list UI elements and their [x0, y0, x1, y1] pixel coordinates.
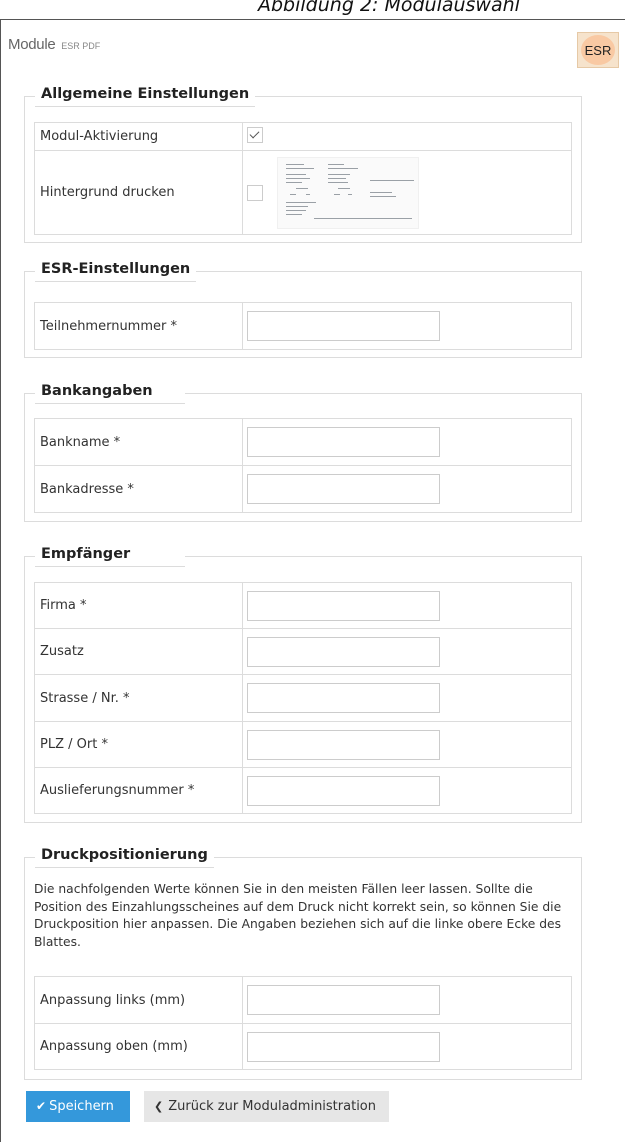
- section-esr-settings: ESR-Einstellungen Teilnehmernummer *: [24, 259, 582, 358]
- table-row: Zusatz: [34, 628, 572, 675]
- zip-city-input[interactable]: [247, 729, 440, 760]
- zip-city-label: PLZ / Ort *: [34, 721, 243, 768]
- addition-input[interactable]: [247, 636, 440, 667]
- back-to-module-admin-button[interactable]: ❮ Zurück zur Moduladministration: [144, 1091, 389, 1122]
- print-background-label: Hintergrund drucken: [34, 150, 243, 235]
- section-title-bank: Bankangaben: [35, 381, 185, 404]
- table-row: Auslieferungsnummer *: [34, 767, 572, 814]
- bank-details-table: Bankname * Bankadresse *: [34, 418, 572, 513]
- module-label: Module: [8, 36, 56, 53]
- table-row: Firma *: [34, 582, 572, 629]
- check-icon: ✔: [36, 1099, 47, 1113]
- table-row: Anpassung links (mm): [34, 976, 572, 1024]
- section-general-settings: Allgemeine Einstellungen Modul-Aktivieru…: [24, 84, 582, 243]
- company-input[interactable]: [247, 590, 440, 621]
- delivery-number-input[interactable]: [247, 775, 440, 806]
- section-title-print-positioning: Druckpositionierung: [35, 845, 214, 868]
- esr-slip-preview-image: [277, 156, 420, 229]
- recipient-table: Firma * Zusatz Strasse / Nr. * PLZ / Ort…: [34, 582, 572, 814]
- offset-left-input[interactable]: [247, 985, 440, 1015]
- bank-address-label: Bankadresse *: [34, 465, 243, 513]
- offset-top-label: Anpassung oben (mm): [34, 1023, 243, 1070]
- chevron-left-icon: ❮: [154, 1100, 164, 1113]
- print-positioning-table: Anpassung links (mm) Anpassung oben (mm): [34, 976, 572, 1070]
- bank-address-input[interactable]: [247, 474, 440, 504]
- bank-name-label: Bankname *: [34, 418, 243, 466]
- checkmark-icon: [249, 128, 260, 138]
- table-row: Hintergrund drucken: [34, 150, 572, 235]
- table-row: Bankadresse *: [34, 465, 572, 513]
- general-settings-table: Modul-Aktivierung Hintergrund drucken: [34, 122, 572, 235]
- figure-caption: Abbildung 2: Modulauswahl: [258, 0, 520, 16]
- participant-number-input[interactable]: [247, 311, 440, 341]
- section-bank-details: Bankangaben Bankname * Bankadresse *: [24, 381, 582, 522]
- section-recipient: Empfänger Firma * Zusatz Strasse / Nr. *…: [24, 544, 582, 823]
- table-row: Teilnehmernummer *: [34, 302, 572, 350]
- company-label: Firma *: [34, 582, 243, 629]
- module-header: Module ESR PDF ESR: [0, 20, 625, 78]
- section-title-recipient: Empfänger: [35, 544, 185, 567]
- offset-left-label: Anpassung links (mm): [34, 976, 243, 1024]
- save-button-label: Speichern: [49, 1099, 114, 1114]
- addition-label: Zusatz: [34, 628, 243, 675]
- street-input[interactable]: [247, 683, 440, 713]
- participant-number-label: Teilnehmernummer *: [34, 302, 243, 350]
- table-row: Strasse / Nr. *: [34, 674, 572, 722]
- esr-logo-text: ESR: [581, 35, 615, 65]
- section-print-positioning: Druckpositionierung Die nachfolgenden We…: [24, 845, 582, 1080]
- module-activation-label: Modul-Aktivierung: [34, 122, 243, 151]
- section-title-general: Allgemeine Einstellungen: [35, 84, 256, 107]
- print-background-checkbox[interactable]: [247, 184, 263, 201]
- module-title: Module ESR PDF: [8, 36, 100, 53]
- bank-name-input[interactable]: [247, 427, 440, 457]
- esr-settings-table: Teilnehmernummer *: [34, 302, 572, 350]
- table-row: Anpassung oben (mm): [34, 1023, 572, 1070]
- table-row: Modul-Aktivierung: [34, 122, 572, 151]
- offset-top-input[interactable]: [247, 1031, 440, 1062]
- print-positioning-description: Die nachfolgenden Werte können Sie in de…: [34, 882, 562, 949]
- esr-logo: ESR: [577, 32, 619, 68]
- table-row: PLZ / Ort *: [34, 721, 572, 768]
- table-row: Bankname *: [34, 418, 572, 466]
- module-subtitle: ESR PDF: [61, 41, 101, 51]
- back-button-label: Zurück zur Moduladministration: [168, 1099, 376, 1114]
- module-activation-checkbox[interactable]: [247, 126, 263, 143]
- section-title-esr: ESR-Einstellungen: [35, 259, 197, 282]
- save-button[interactable]: ✔ Speichern: [26, 1091, 130, 1122]
- delivery-number-label: Auslieferungsnummer *: [34, 767, 243, 814]
- street-label: Strasse / Nr. *: [34, 674, 243, 722]
